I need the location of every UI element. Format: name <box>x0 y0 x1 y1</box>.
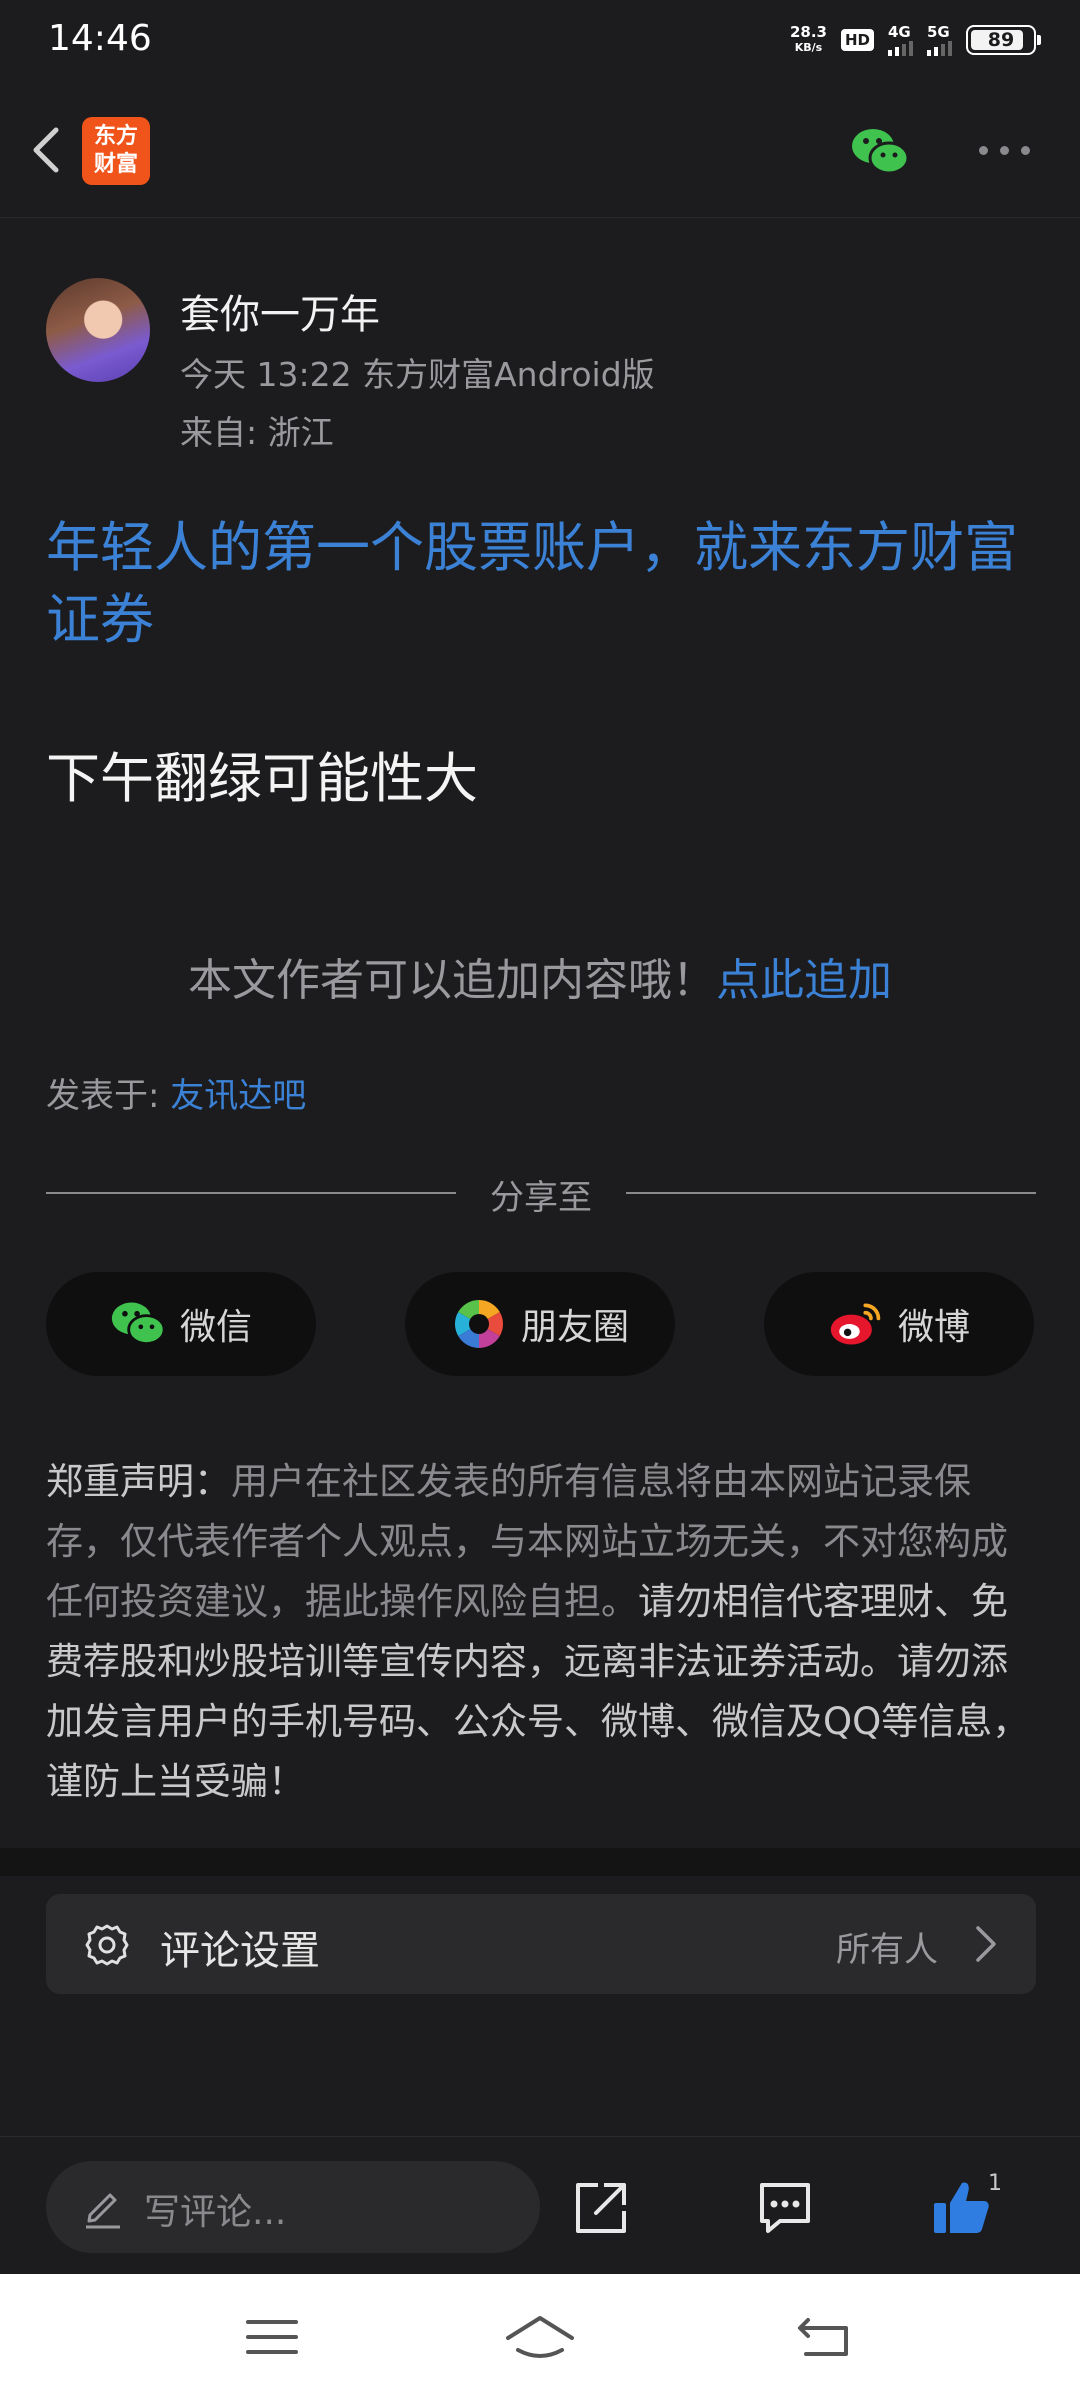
back-arrow-icon[interactable] <box>20 120 80 180</box>
status-icons: 28.3 KB/s HD 4G 5G 89 <box>789 23 1041 56</box>
home-icon[interactable] <box>504 2312 576 2362</box>
post-body: 下午翻绿可能性大 <box>46 747 478 810</box>
bottom-action-bar: 写评论... 1 <box>0 2136 1080 2274</box>
chevron-right-icon <box>976 1926 996 1962</box>
comments-icon[interactable] <box>754 2177 816 2239</box>
disclaimer: 郑重声明：用户在社区发表的所有信息将由本网站记录保存，仅代表作者个人观点，与本网… <box>46 1452 1038 1812</box>
menu-icon[interactable] <box>244 2312 300 2362</box>
comment-settings-value: 所有人 <box>836 1930 938 1970</box>
disclaimer-title: 郑重声明： <box>46 1460 231 1503</box>
append-prompt: 本文作者可以追加内容哦！点此追加 <box>0 944 1080 1008</box>
comment-settings-row[interactable]: 评论设置 所有人 <box>46 1894 1036 1994</box>
append-text: 本文作者可以追加内容哦！ <box>188 955 716 1006</box>
battery-icon: 89 <box>966 25 1041 55</box>
status-time: 14:46 <box>48 18 152 59</box>
share-divider: 分享至 <box>46 1170 1036 1218</box>
like-thumbs-up-icon[interactable] <box>930 2177 992 2239</box>
comment-placeholder: 写评论... <box>144 2192 287 2233</box>
share-out-icon[interactable] <box>570 2177 632 2239</box>
post-meta: 今天 13:22 东方财富Android版 <box>180 355 655 394</box>
hd-icon: HD <box>840 29 874 51</box>
author-location: 来自: 浙江 <box>180 413 334 452</box>
like-count: 1 <box>988 2171 1002 2196</box>
app-logo[interactable]: 东方 财富 <box>82 117 150 185</box>
section-divider <box>0 1848 1080 1876</box>
posted-in: 发表于: 友讯达吧 <box>46 1076 307 1116</box>
gear-icon <box>85 1924 129 1966</box>
wechat-icon[interactable] <box>850 126 910 178</box>
share-weibo-button[interactable]: 微博 <box>764 1272 1034 1376</box>
weibo-icon <box>830 1303 881 1345</box>
board-link[interactable]: 友讯达吧 <box>170 1076 306 1116</box>
more-options-icon[interactable] <box>979 146 1030 155</box>
share-wechat-button[interactable]: 微信 <box>46 1272 316 1376</box>
author-name[interactable]: 套你一万年 <box>180 282 380 340</box>
share-moments-button[interactable]: 朋友圈 <box>405 1272 675 1376</box>
back-nav-icon[interactable] <box>796 2312 852 2362</box>
moments-icon <box>454 1300 503 1348</box>
pencil-icon <box>86 2193 120 2229</box>
app-header: 东方 财富 <box>0 90 1080 218</box>
signal-4g-icon: 4G <box>888 24 913 56</box>
avatar[interactable] <box>46 278 150 382</box>
net-speed: 28.3 KB/s <box>789 23 827 54</box>
signal-5g-icon: 5G <box>927 24 952 56</box>
comment-settings-label: 评论设置 <box>160 1928 320 1974</box>
wechat-icon <box>111 1302 166 1345</box>
promo-title-link[interactable]: 年轻人的第一个股票账户，就来东方财富证券 <box>46 512 1036 656</box>
comment-input[interactable]: 写评论... <box>46 2161 540 2253</box>
system-nav-bar <box>0 2274 1080 2400</box>
share-label: 分享至 <box>490 1178 592 1218</box>
status-bar: 14:46 28.3 KB/s HD 4G 5G 89 <box>0 0 1080 90</box>
append-link[interactable]: 点此追加 <box>716 955 892 1006</box>
